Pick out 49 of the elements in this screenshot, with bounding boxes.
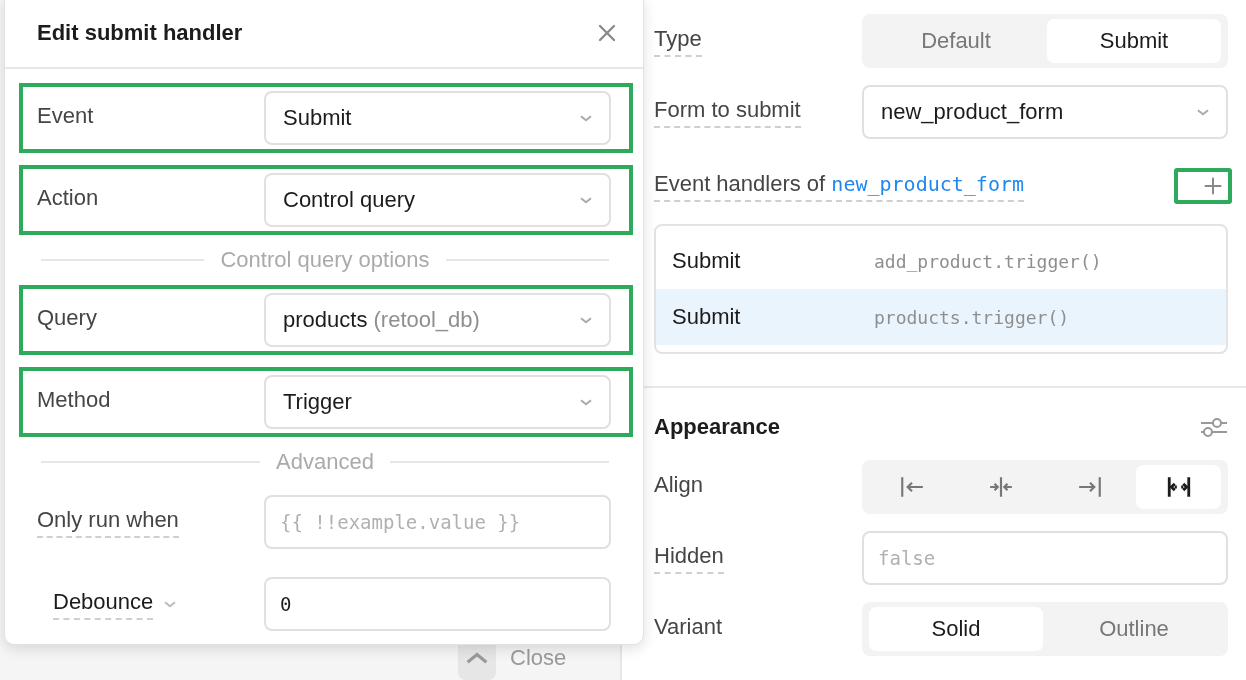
select-field[interactable]: Trigger — [264, 375, 611, 429]
property-label: Type — [654, 25, 702, 57]
chevron-icon — [579, 195, 593, 205]
field-label: Event — [37, 102, 94, 130]
handler-row[interactable]: Submit products.trigger() — [656, 289, 1226, 345]
section-label: Event handlers of new_product_form — [654, 170, 1024, 202]
dialog-title: Edit submit handler — [37, 20, 243, 46]
form-link[interactable]: new_product_form — [831, 171, 1024, 196]
handler-row[interactable]: Submit add_product.trigger() — [656, 233, 1226, 289]
chevron-icon — [579, 315, 593, 325]
select-field[interactable]: products (retool_db) — [264, 293, 611, 347]
select-field[interactable]: Control query — [264, 173, 611, 227]
input-field[interactable]: false — [862, 531, 1228, 585]
add-button[interactable] — [1174, 168, 1232, 204]
segment-button[interactable]: Default — [869, 19, 1043, 63]
handler-action: add_product.trigger() — [874, 250, 1103, 272]
chevron-icon — [466, 651, 488, 665]
align-center-icon — [987, 474, 1014, 500]
segment-button[interactable]: Submit — [1047, 19, 1221, 63]
property-label: Align — [654, 471, 703, 499]
segment-button[interactable]: Outline — [1047, 607, 1221, 651]
align-button[interactable] — [1136, 465, 1221, 509]
align-stretch-icon — [1165, 474, 1192, 500]
input-field[interactable]: 0 — [264, 577, 611, 631]
chevron-icon — [579, 397, 593, 407]
select-field[interactable]: Submit — [264, 91, 611, 145]
property-label: Variant — [654, 613, 723, 641]
align-right-icon — [1076, 474, 1103, 500]
handler-action: products.trigger() — [874, 306, 1071, 328]
field-label: Method — [37, 386, 111, 414]
property-label: Form to submit — [654, 96, 801, 128]
property-label: Hidden — [654, 542, 724, 574]
chevron-icon — [163, 599, 178, 609]
select-field[interactable]: new_product_form — [862, 85, 1228, 139]
segment-button[interactable]: Solid — [869, 607, 1043, 651]
section-divider-label: Control query options — [220, 247, 430, 273]
handler-event: Submit — [672, 304, 742, 330]
section-divider-label: Advanced — [276, 449, 374, 475]
field-label: Action — [37, 184, 99, 212]
chevron-icon — [1196, 107, 1210, 117]
handler-event: Submit — [672, 248, 742, 274]
align-left-icon — [898, 474, 925, 500]
field-label: Query — [37, 304, 97, 332]
field-label: Debounce — [53, 588, 154, 620]
section-title: Appearance — [654, 414, 780, 440]
sliders-icon — [1200, 415, 1228, 439]
input-field[interactable]: {{ !!example.value }} — [264, 495, 611, 549]
chevron-icon — [579, 113, 593, 123]
field-label: Only run when — [37, 506, 179, 538]
